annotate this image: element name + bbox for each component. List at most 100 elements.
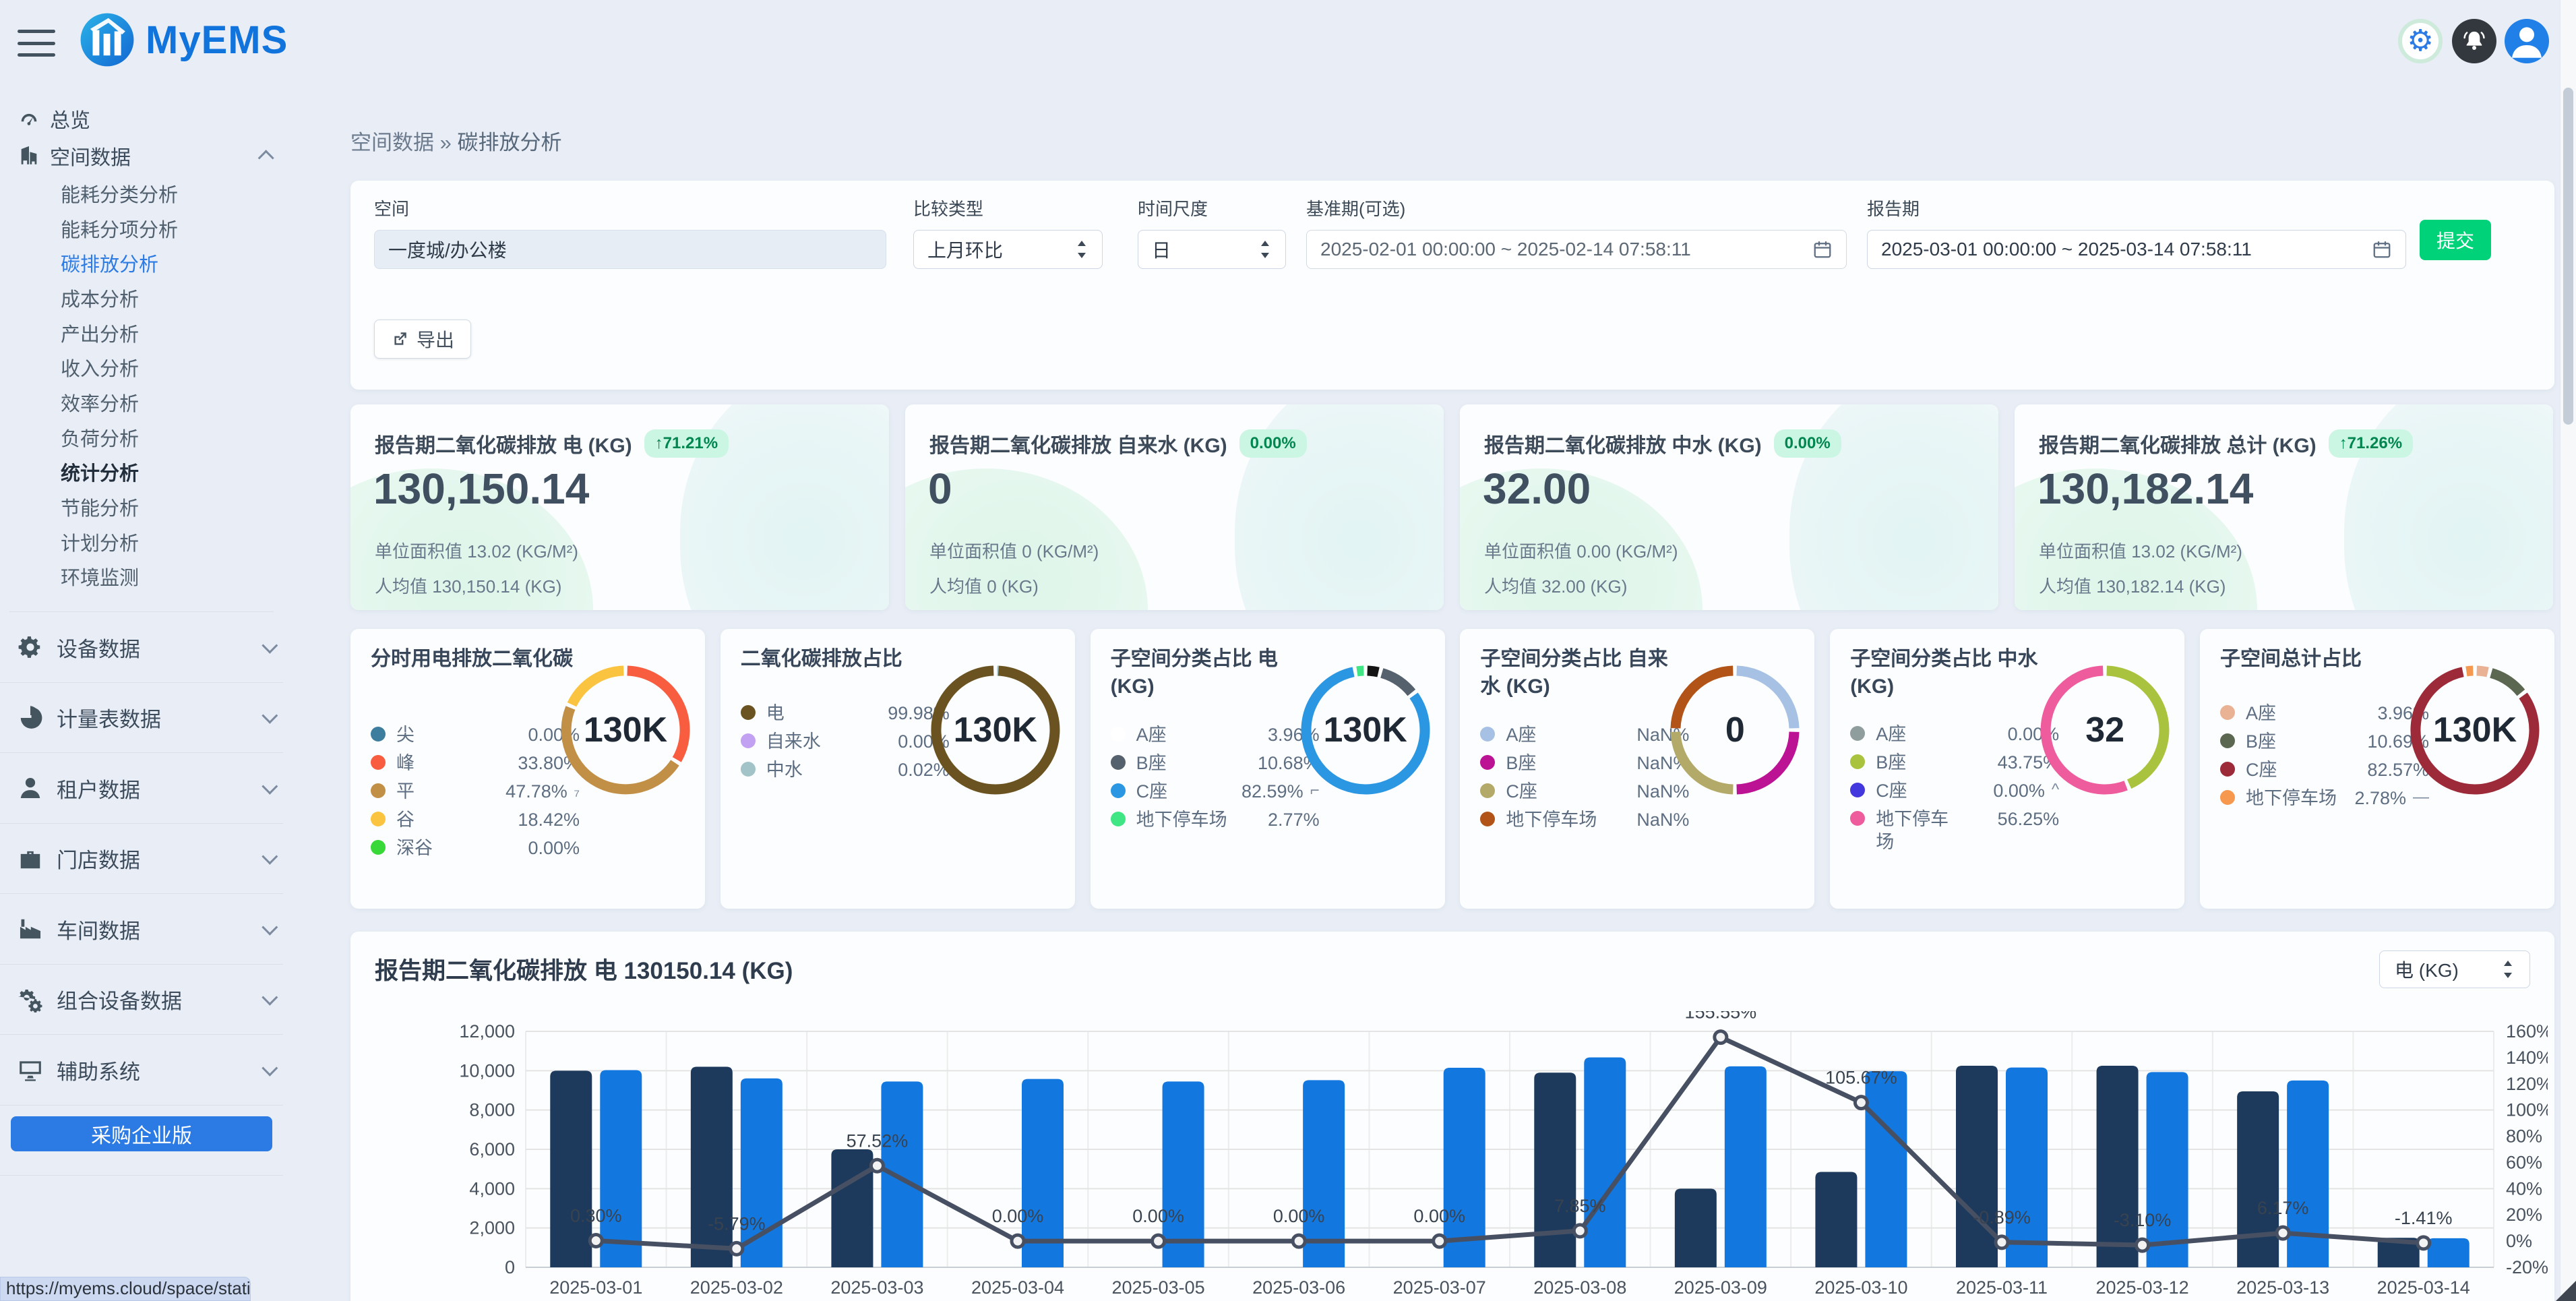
svg-text:0: 0 xyxy=(505,1257,515,1277)
svg-text:4,000: 4,000 xyxy=(469,1178,515,1199)
legend-item[interactable]: 电99.98% xyxy=(741,701,950,729)
legend-item[interactable]: 谷18.42% xyxy=(371,808,580,836)
sidebar-item[interactable]: 效率分析 xyxy=(0,385,283,420)
sidebar-group[interactable]: 门店数据 xyxy=(0,824,283,895)
comparison-select[interactable]: 上月环比 xyxy=(913,230,1103,269)
sidebar-group[interactable]: 计量表数据 xyxy=(0,683,283,754)
period-type-select[interactable]: 日 xyxy=(1138,230,1286,269)
calendar-icon xyxy=(2372,239,2392,260)
base-period-input[interactable]: 2025-02-01 00:00:00 ~ 2025-02-14 07:58:1… xyxy=(1306,230,1847,269)
kpi-card: 报告期二氧化碳排放 中水 (KG)0.00%32.00单位面积值 0.00 (K… xyxy=(1460,404,1998,610)
user-icon xyxy=(18,775,43,801)
sidebar-item[interactable]: 收入分析 xyxy=(0,350,283,385)
sidebar-item[interactable]: 成本分析 xyxy=(0,280,283,315)
legend-item[interactable]: A座3.96% xyxy=(1111,723,1320,751)
legend-item[interactable]: C座82.59%⌐ xyxy=(1111,779,1320,808)
chevron-down-icon xyxy=(262,778,278,794)
svg-text:0.00%: 0.00% xyxy=(1273,1206,1325,1226)
settings-button[interactable]: ⚙ xyxy=(2398,19,2443,63)
legend-item[interactable]: C座0.00%^ xyxy=(1850,779,2059,807)
svg-text:6.17%: 6.17% xyxy=(2257,1198,2309,1218)
page-scrollbar[interactable] xyxy=(2560,0,2576,1301)
svg-text:0%: 0% xyxy=(2506,1231,2532,1251)
sidebar-item[interactable]: 统计分析 xyxy=(0,455,283,490)
svg-text:2025-03-11: 2025-03-11 xyxy=(1956,1277,2048,1298)
donut-card: 子空间分类占比 电 (KG)A座3.96%B座10.68%C座82.59%⌐地下… xyxy=(1091,629,1445,909)
legend-item[interactable]: 地下停车场NaN% xyxy=(1480,808,1689,836)
space-input[interactable]: 一度城/办公楼 xyxy=(374,230,886,269)
donut-card: 子空间分类占比 中水 (KG)A座0.00%B座43.75%C座0.00%^地下… xyxy=(1830,629,2184,909)
export-button[interactable]: 导出 xyxy=(374,320,471,359)
legend-dot-icon xyxy=(1111,812,1126,826)
legend-label: 地下停车场 xyxy=(1506,808,1597,831)
export-label: 导出 xyxy=(417,326,454,353)
energy-type-select[interactable]: 电 (KG) xyxy=(2379,950,2530,988)
sidebar-item[interactable]: 计划分析 xyxy=(0,524,283,559)
chevron-down-icon xyxy=(262,990,278,1006)
donut-card-title: 子空间分类占比 自来水 (KG) xyxy=(1480,645,1682,700)
legend-item[interactable]: A座3.96% xyxy=(2220,701,2429,729)
sidebar-group[interactable]: 车间数据 xyxy=(0,894,283,965)
report-period-input[interactable]: 2025-03-01 00:00:00 ~ 2025-03-14 07:58:1… xyxy=(1867,230,2406,269)
sidebar-item[interactable]: 碳排放分析 xyxy=(0,245,283,280)
legend-item[interactable]: C座82.57% xyxy=(2220,758,2429,786)
legend-item[interactable]: 自来水0.00% xyxy=(741,729,950,758)
sidebar-group[interactable]: 组合设备数据 xyxy=(0,965,283,1035)
sidebar-group-space-data[interactable]: 空间数据 xyxy=(0,135,283,176)
legend-item[interactable]: 地下停车场56.25% xyxy=(1850,807,2059,853)
space-value: 一度城/办公楼 xyxy=(388,236,507,263)
kpi-per-capita: 人均值 0 (KG) xyxy=(929,573,1039,598)
legend-item[interactable]: C座NaN% xyxy=(1480,779,1689,808)
donut-center-value: 130K xyxy=(2406,661,2544,799)
legend-item[interactable]: B座10.68% xyxy=(1111,751,1320,779)
brand[interactable]: MyEMS xyxy=(78,11,288,69)
legend-item[interactable]: A座NaN% xyxy=(1480,723,1689,751)
svg-text:155.55%: 155.55% xyxy=(1685,1011,1757,1023)
svg-text:80%: 80% xyxy=(2506,1126,2542,1147)
sidebar-item[interactable]: 能耗分项分析 xyxy=(0,211,283,246)
legend-item[interactable]: 峰33.80% xyxy=(371,751,580,779)
emission-trend-chart: 02,0004,0006,0008,00010,00012,000-20%0%2… xyxy=(371,1011,2548,1301)
scrollbar-thumb[interactable] xyxy=(2563,88,2573,425)
sidebar-item-overview[interactable]: 总览 xyxy=(0,101,283,135)
legend-label: B座 xyxy=(1136,751,1167,775)
user-avatar[interactable] xyxy=(2505,19,2549,63)
legend-item[interactable]: B座10.69% xyxy=(2220,729,2429,758)
menu-toggle-button[interactable] xyxy=(18,30,55,57)
trend-chart-title: 报告期二氧化碳排放 电 130150.14 (KG) xyxy=(375,952,793,986)
legend-label: B座 xyxy=(1506,751,1536,775)
legend-item[interactable]: 地下停车场2.78%— xyxy=(2220,786,2429,814)
energy-type-value: 电 (KG) xyxy=(2395,956,2459,983)
myems-logo-icon xyxy=(78,11,136,69)
submit-button[interactable]: 提交 xyxy=(2420,220,2491,260)
svg-text:0.00%: 0.00% xyxy=(992,1206,1044,1226)
svg-text:100%: 100% xyxy=(2506,1100,2548,1120)
legend-item[interactable]: B座43.75% xyxy=(1850,750,2059,779)
select-caret-icon xyxy=(1258,239,1272,260)
buy-enterprise-button[interactable]: 采购企业版 xyxy=(11,1116,272,1151)
kpi-per-area: 单位面积值 13.02 (KG/M²) xyxy=(375,538,578,563)
sidebar-group[interactable]: 设备数据 xyxy=(0,612,283,683)
legend-label: 尖 xyxy=(396,723,415,746)
svg-text:12,000: 12,000 xyxy=(459,1021,515,1041)
legend-item[interactable]: 中水0.02% xyxy=(741,758,950,786)
kpi-change-badge: ↑71.21% xyxy=(644,429,729,458)
sidebar-item[interactable]: 负荷分析 xyxy=(0,420,283,455)
legend-item[interactable]: 地下停车场2.77% xyxy=(1111,808,1320,836)
legend-item[interactable]: 尖0.00% xyxy=(371,723,580,751)
legend-item[interactable]: A座0.00% xyxy=(1850,722,2059,750)
legend-item[interactable]: 平47.78%₇ xyxy=(371,779,580,808)
legend-item[interactable]: 深谷0.00% xyxy=(371,836,580,864)
legend-item[interactable]: B座NaN% xyxy=(1480,751,1689,779)
sidebar-item[interactable]: 产出分析 xyxy=(0,315,283,351)
sidebar-item[interactable]: 节能分析 xyxy=(0,489,283,524)
sidebar-item[interactable]: 能耗分类分析 xyxy=(0,176,283,211)
breadcrumb-parent[interactable]: 空间数据 xyxy=(350,131,434,154)
sidebar-item[interactable]: 环境监测 xyxy=(0,559,283,595)
svg-text:160%: 160% xyxy=(2506,1021,2548,1041)
kpi-card: 报告期二氧化碳排放 自来水 (KG)0.00%0单位面积值 0 (KG/M²)人… xyxy=(905,404,1444,610)
sidebar-group[interactable]: 租户数据 xyxy=(0,753,283,824)
notifications-button[interactable] xyxy=(2452,19,2496,63)
sidebar-group[interactable]: 辅助系统 xyxy=(0,1035,283,1106)
svg-text:0.00%: 0.00% xyxy=(1413,1206,1465,1226)
